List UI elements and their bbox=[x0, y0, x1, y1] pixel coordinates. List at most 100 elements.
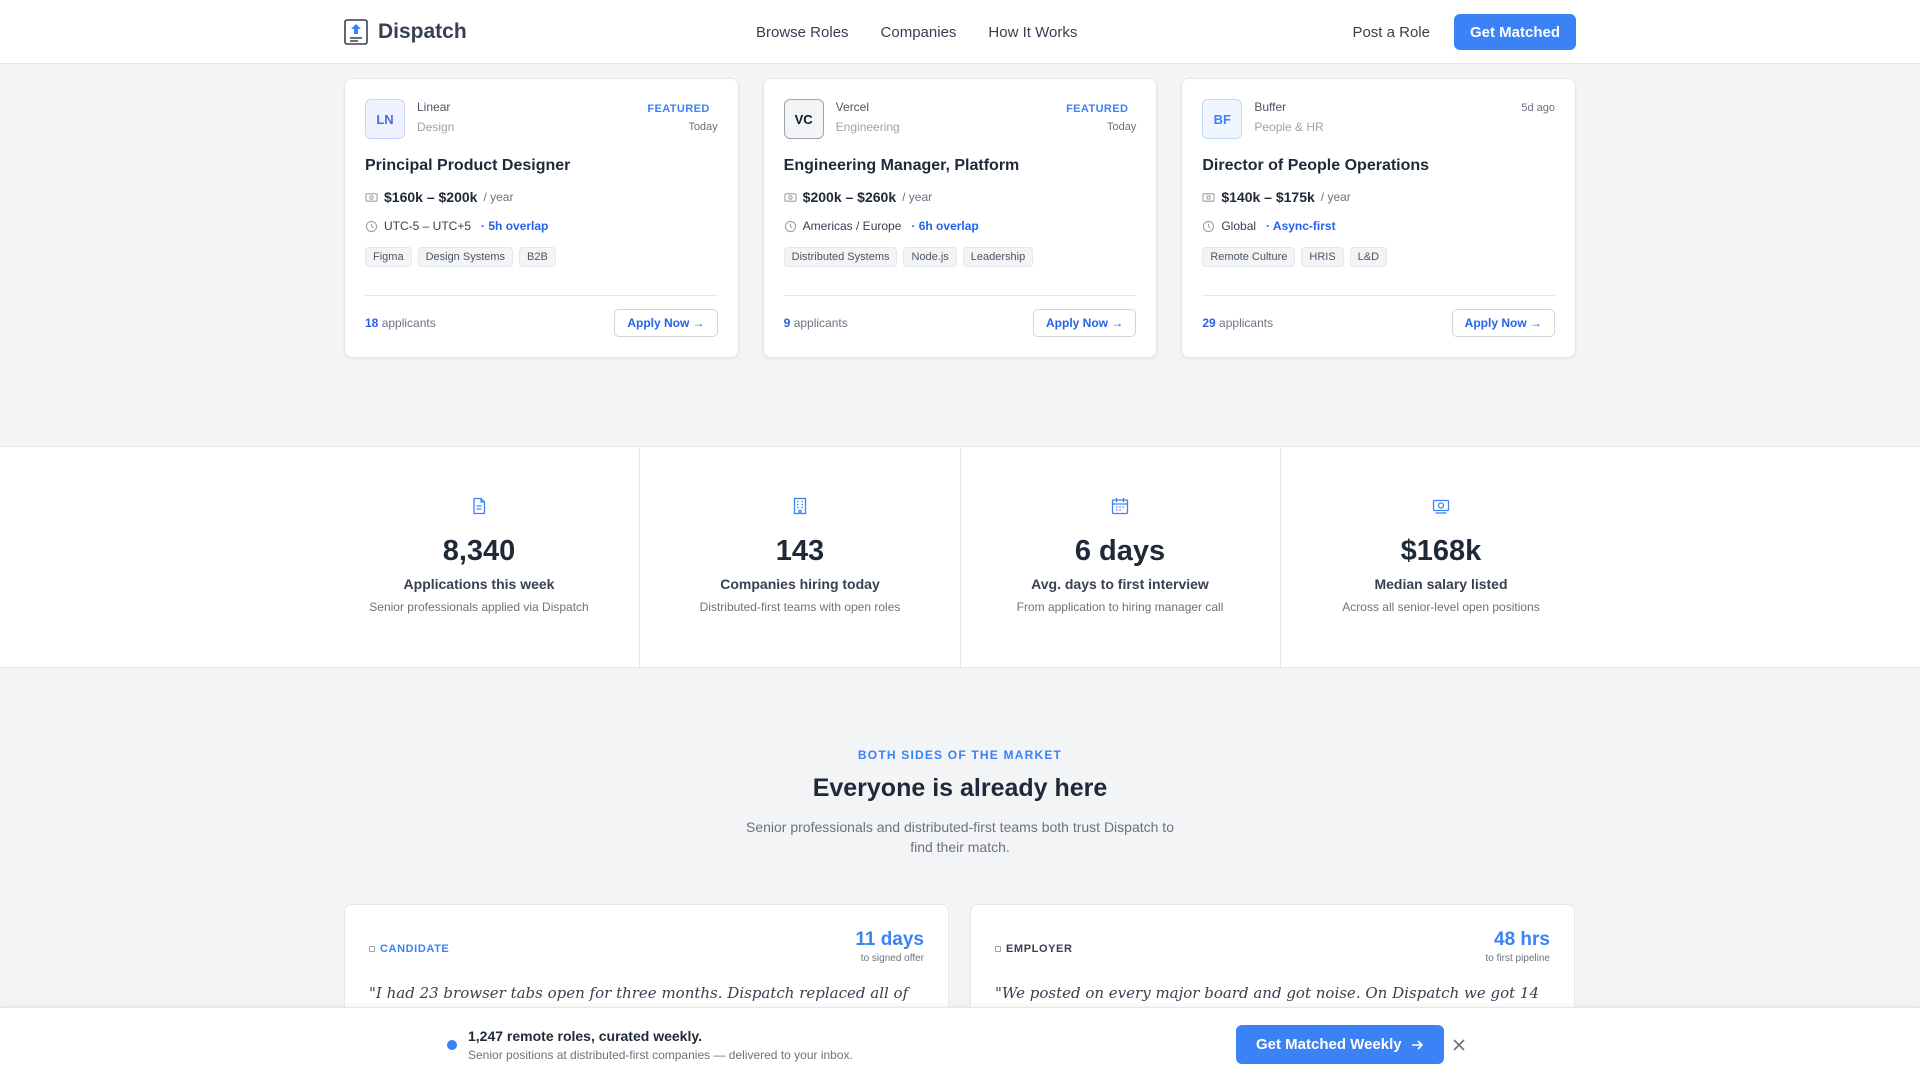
clock-icon bbox=[784, 220, 796, 232]
skill-tag: Remote Culture bbox=[1202, 247, 1296, 267]
role-marker-icon bbox=[995, 946, 1001, 952]
overlap-hours: · 5h overlap bbox=[481, 219, 549, 233]
newsletter-bar: 1,247 remote roles, curated weekly. Seni… bbox=[0, 1007, 1920, 1080]
job-card[interactable]: VC Vercel Engineering FEATURED Today Eng… bbox=[762, 78, 1158, 358]
metric-label: to signed offer bbox=[860, 953, 924, 964]
skill-tag: Distributed Systems bbox=[783, 247, 898, 267]
company-logo: BF bbox=[1202, 99, 1243, 139]
money-icon bbox=[1432, 499, 1450, 514]
job-title[interactable]: Principal Product Designer bbox=[365, 157, 718, 175]
skill-tag: Design Systems bbox=[417, 247, 514, 267]
job-card[interactable]: BF Buffer People & HR 5d ago Director of… bbox=[1181, 78, 1577, 358]
posted-date: Today bbox=[1106, 121, 1137, 133]
company-department: Design bbox=[417, 120, 455, 134]
money-icon bbox=[784, 192, 797, 202]
stat-companies: 143 Companies hiring today Distributed-f… bbox=[640, 447, 960, 667]
skill-tag: Figma bbox=[365, 247, 412, 267]
stat-description: From application to hiring manager call bbox=[1016, 600, 1224, 614]
job-cards: LN Linear Design FEATURED Today Principa… bbox=[344, 78, 1577, 358]
stat-value: $168k bbox=[1400, 535, 1482, 567]
stat-value: 8,340 bbox=[442, 535, 516, 567]
salary-period: / year bbox=[902, 190, 933, 204]
stat-description: Distributed-first teams with open roles bbox=[699, 600, 901, 614]
salary-range: $140k – $175k bbox=[1221, 189, 1315, 205]
skill-tag: HRIS bbox=[1301, 247, 1344, 267]
nav-link-browse-roles[interactable]: Browse Roles bbox=[756, 24, 849, 41]
stat-label: Avg. days to first interview bbox=[1031, 576, 1209, 592]
document-icon bbox=[473, 497, 486, 515]
skill-tags: Distributed Systems Node.js Leadership bbox=[783, 247, 1137, 267]
company-logo: VC bbox=[783, 99, 824, 139]
timezone: Americas / Europe bbox=[802, 219, 902, 233]
clock-icon bbox=[1203, 220, 1215, 232]
post-role-link[interactable]: Post a Role bbox=[1352, 24, 1430, 41]
building-icon bbox=[793, 497, 807, 515]
overlap-hours: · 6h overlap bbox=[911, 219, 979, 233]
timezone: Global bbox=[1221, 219, 1257, 233]
metric-value: 48 hrs bbox=[1494, 929, 1550, 950]
stat-description: Across all senior-level open positions bbox=[1342, 600, 1540, 614]
timezone: UTC-5 – UTC+5 bbox=[384, 219, 472, 233]
posted-date: 5d ago bbox=[1521, 102, 1556, 114]
skill-tag: B2B bbox=[519, 247, 556, 267]
nav-link-companies[interactable]: Companies bbox=[881, 24, 957, 41]
close-icon[interactable] bbox=[1450, 1036, 1468, 1054]
stat-label: Companies hiring today bbox=[720, 576, 880, 592]
applicants-count: 18 applicants bbox=[365, 316, 436, 330]
stat-label: Applications this week bbox=[403, 576, 555, 592]
job-title[interactable]: Director of People Operations bbox=[1202, 157, 1555, 175]
applicants-count: 9 applicants bbox=[783, 316, 848, 330]
company-department: Engineering bbox=[835, 120, 900, 134]
applicants-count: 29 applicants bbox=[1202, 316, 1274, 330]
stat-salary: $168k Median salary listed Across all se… bbox=[1281, 447, 1601, 667]
stat-applications: 8,340 Applications this week Senior prof… bbox=[319, 447, 639, 667]
skill-tags: Figma Design Systems B2B bbox=[365, 247, 718, 267]
calendar-icon bbox=[1111, 498, 1129, 515]
money-icon bbox=[1202, 192, 1215, 202]
job-card[interactable]: LN Linear Design FEATURED Today Principa… bbox=[344, 78, 739, 358]
overlap-hours: · Async-first bbox=[1266, 219, 1336, 233]
bar-subtitle: Senior positions at distributed-first co… bbox=[468, 1048, 853, 1062]
dispatch-logo-icon bbox=[344, 19, 368, 45]
featured-badge: FEATURED bbox=[1066, 103, 1129, 115]
role-marker-icon bbox=[369, 946, 375, 952]
market-section: BOTH SIDES OF THE MARKET Everyone is alr… bbox=[0, 748, 1920, 857]
brand[interactable]: Dispatch bbox=[344, 19, 467, 45]
posted-date: Today bbox=[688, 121, 718, 133]
get-matched-weekly-button[interactable]: Get Matched Weekly bbox=[1236, 1025, 1444, 1064]
money-icon bbox=[365, 192, 378, 202]
stat-interview-days: 6 days Avg. days to first interview From… bbox=[960, 447, 1280, 667]
role-tag: EMPLOYER bbox=[995, 943, 1073, 955]
metric-value: 11 days bbox=[855, 929, 924, 950]
top-nav: Dispatch Browse Roles Companies How It W… bbox=[0, 0, 1920, 64]
apply-now-button[interactable]: Apply Now → bbox=[614, 309, 718, 337]
salary-range: $200k – $260k bbox=[802, 189, 897, 205]
nav-actions: Post a Role Get Matched bbox=[1352, 14, 1576, 50]
nav-links: Browse Roles Companies How It Works bbox=[756, 24, 1077, 41]
metric-label: to first pipeline bbox=[1485, 953, 1550, 964]
company-name: Vercel bbox=[835, 100, 870, 114]
clock-icon bbox=[365, 220, 378, 232]
arrow-right-icon bbox=[1411, 1039, 1423, 1050]
company-name: Buffer bbox=[1254, 100, 1287, 114]
company-logo: LN bbox=[365, 99, 405, 139]
nav-link-how-it-works[interactable]: How It Works bbox=[988, 24, 1077, 41]
status-dot-icon bbox=[447, 1040, 457, 1050]
apply-now-button[interactable]: Apply Now → bbox=[1033, 309, 1137, 337]
stat-label: Median salary listed bbox=[1374, 576, 1508, 592]
stat-description: Senior professionals applied via Dispatc… bbox=[369, 600, 589, 614]
skill-tags: Remote Culture HRIS L&D bbox=[1202, 247, 1555, 267]
get-matched-button[interactable]: Get Matched bbox=[1453, 14, 1576, 50]
skill-tag: Leadership bbox=[962, 247, 1034, 267]
section-subtitle: Senior professionals and distributed-fir… bbox=[746, 819, 1174, 855]
salary-period: / year bbox=[1320, 190, 1351, 204]
apply-now-button[interactable]: Apply Now → bbox=[1451, 309, 1556, 337]
company-department: People & HR bbox=[1254, 120, 1324, 134]
section-title: Everyone is already here bbox=[812, 774, 1108, 802]
bar-title: 1,247 remote roles, curated weekly. bbox=[468, 1028, 702, 1044]
role-tag: CANDIDATE bbox=[369, 943, 449, 955]
job-title[interactable]: Engineering Manager, Platform bbox=[784, 157, 1137, 175]
section-eyebrow: BOTH SIDES OF THE MARKET bbox=[857, 748, 1063, 762]
stat-value: 143 bbox=[775, 535, 825, 567]
brand-name: Dispatch bbox=[378, 20, 467, 43]
